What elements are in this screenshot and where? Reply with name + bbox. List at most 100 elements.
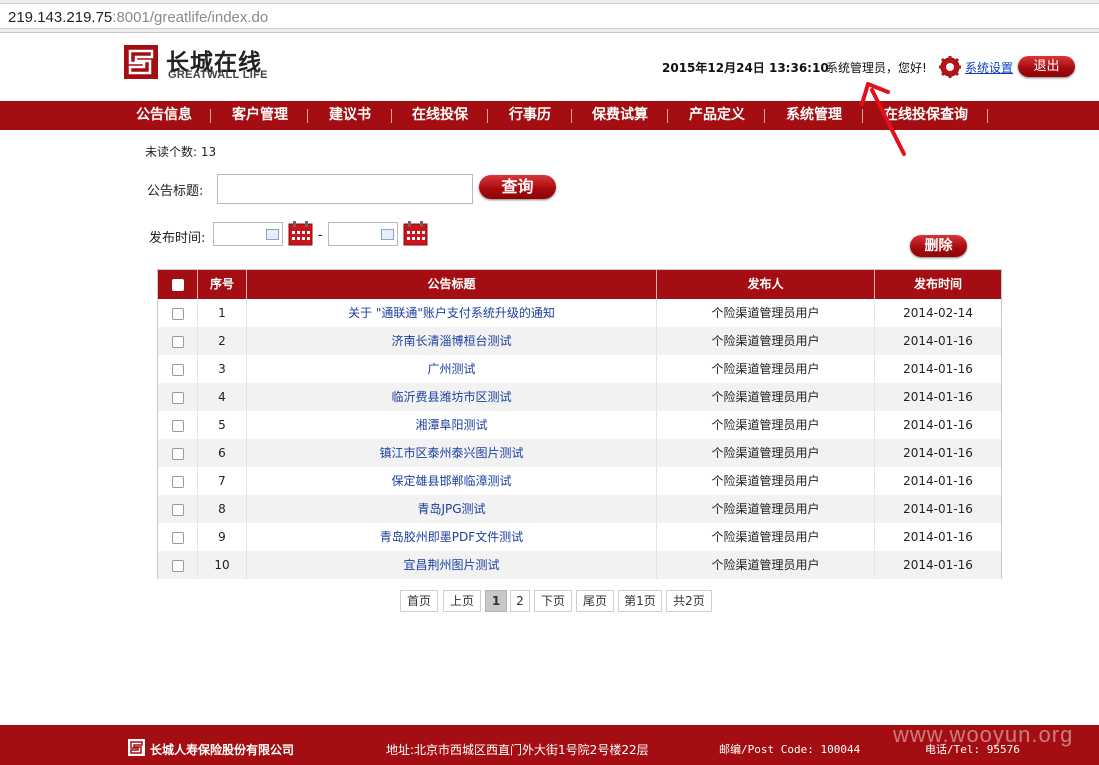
- table-row: 10 宜昌荆州图片测试 个险渠道管理员用户 2014-01-16: [158, 551, 1001, 579]
- nav-separator: [307, 109, 308, 123]
- calendar-icon[interactable]: [403, 221, 428, 246]
- table-row: 6 镇江市区泰州泰兴图片测试 个险渠道管理员用户 2014-01-16: [158, 439, 1001, 467]
- cell-no: 1: [198, 299, 247, 327]
- cell-publisher: 个险渠道管理员用户: [657, 523, 875, 551]
- nav-item-announcements[interactable]: 公告信息: [136, 101, 192, 130]
- date-to-input[interactable]: [328, 222, 398, 246]
- table-row: 8 青岛JPG测试 个险渠道管理员用户 2014-01-16: [158, 495, 1001, 523]
- row-checkbox[interactable]: [171, 447, 184, 460]
- cell-title-link[interactable]: 关于 "通联通"账户支付系统升级的通知: [247, 299, 657, 327]
- title-filter-input[interactable]: [217, 174, 473, 204]
- row-checkbox[interactable]: [171, 559, 184, 572]
- cell-select: [158, 439, 198, 467]
- title-filter-label: 公告标题:: [147, 184, 204, 199]
- cell-no: 10: [198, 551, 247, 579]
- footer-address: 地址:北京市西城区西直门外大街1号院2号楼22层: [386, 743, 649, 757]
- query-button[interactable]: 查询: [479, 175, 556, 199]
- cell-title-link[interactable]: 保定雄县邯郸临漳测试: [247, 467, 657, 495]
- cell-date: 2014-01-16: [903, 502, 973, 516]
- page-1-button[interactable]: 1: [485, 590, 507, 612]
- cell-title-link[interactable]: 临沂费县潍坊市区测试: [247, 383, 657, 411]
- nav-item-proposal[interactable]: 建议书: [329, 101, 371, 130]
- table-row: 2 济南长清淄博桓台测试 个险渠道管理员用户 2014-01-16: [158, 327, 1001, 355]
- cell-publisher: 个险渠道管理员用户: [657, 411, 875, 439]
- cell-select: [158, 299, 198, 327]
- page-first-button[interactable]: 首页: [400, 590, 438, 612]
- nav-separator: [210, 109, 211, 123]
- select-all-checkbox[interactable]: [171, 278, 184, 291]
- unread-count: 未读个数: 13: [145, 145, 217, 159]
- row-checkbox[interactable]: [171, 475, 184, 488]
- cell-no: 2: [198, 327, 247, 355]
- cell-title-link[interactable]: 青岛JPG测试: [247, 495, 657, 523]
- table-row: 1 关于 "通联通"账户支付系统升级的通知 个险渠道管理员用户 2014-02-14: [158, 299, 1001, 327]
- nav-separator: [667, 109, 668, 123]
- page-next-button[interactable]: 下页: [534, 590, 572, 612]
- date-from-input[interactable]: [213, 222, 283, 246]
- nav-item-product-def[interactable]: 产品定义: [689, 101, 745, 130]
- nav-item-customers[interactable]: 客户管理: [232, 101, 288, 130]
- cell-date: 2014-01-16: [903, 418, 973, 432]
- watermark: www.wooyun.org: [893, 722, 1074, 747]
- cell-publisher: 个险渠道管理员用户: [657, 467, 875, 495]
- cell-date: 2014-01-16: [903, 474, 973, 488]
- cell-title-link[interactable]: 湘潭阜阳测试: [247, 411, 657, 439]
- page-info: 第1页: [618, 590, 662, 612]
- cell-no: 5: [198, 411, 247, 439]
- nav-item-online-insure[interactable]: 在线投保: [412, 101, 468, 130]
- nav-separator: [391, 109, 392, 123]
- cell-title-link[interactable]: 青岛胶州即墨PDF文件测试: [247, 523, 657, 551]
- row-checkbox[interactable]: [171, 419, 184, 432]
- nav-item-premium-calc[interactable]: 保费试算: [592, 101, 648, 130]
- cell-no: 7: [198, 467, 247, 495]
- gear-icon[interactable]: [938, 55, 962, 79]
- row-checkbox[interactable]: [171, 335, 184, 348]
- url-text: 219.143.219.75:8001/greatlife/index.do: [8, 9, 268, 26]
- cell-select: [158, 411, 198, 439]
- table-header: 序号 公告标题 发布人 发布时间: [158, 270, 1001, 299]
- page-total: 共2页: [666, 590, 712, 612]
- delete-button[interactable]: 删除: [910, 235, 967, 257]
- footer-company: 长城人寿保险股份有限公司: [150, 743, 295, 757]
- row-checkbox[interactable]: [171, 391, 184, 404]
- cell-no: 3: [198, 355, 247, 383]
- calendar-icon[interactable]: [288, 221, 313, 246]
- cell-date: 2014-01-16: [903, 390, 973, 404]
- nav-separator: [571, 109, 572, 123]
- cell-publisher: 个险渠道管理员用户: [657, 439, 875, 467]
- nav-separator: [487, 109, 488, 123]
- page-2-button[interactable]: 2: [510, 590, 530, 612]
- url-field[interactable]: 219.143.219.75:8001/greatlife/index.do: [0, 3, 1099, 29]
- cell-publisher: 个险渠道管理员用户: [657, 551, 875, 579]
- header-title: 公告标题: [247, 270, 657, 299]
- cell-publisher: 个险渠道管理员用户: [657, 327, 875, 355]
- footer-postcode: 邮编/Post Code: 100044: [719, 743, 861, 756]
- cell-title-link[interactable]: 济南长清淄博桓台测试: [247, 327, 657, 355]
- cell-select: [158, 523, 198, 551]
- logo-text-en: GREATWALL LIFE: [168, 69, 268, 81]
- page-prev-button[interactable]: 上页: [443, 590, 481, 612]
- page-last-button[interactable]: 尾页: [576, 590, 614, 612]
- row-checkbox[interactable]: [171, 307, 184, 320]
- row-checkbox[interactable]: [171, 531, 184, 544]
- table-row: 4 临沂费县潍坊市区测试 个险渠道管理员用户 2014-01-16: [158, 383, 1001, 411]
- cell-title-link[interactable]: 镇江市区泰州泰兴图片测试: [247, 439, 657, 467]
- row-checkbox[interactable]: [171, 503, 184, 516]
- date-range-separator: -: [318, 228, 323, 243]
- nav-item-calendar[interactable]: 行事历: [509, 101, 551, 130]
- logout-button[interactable]: 退出: [1018, 56, 1075, 77]
- table-row: 7 保定雄县邯郸临漳测试 个险渠道管理员用户 2014-01-16: [158, 467, 1001, 495]
- cell-select: [158, 355, 198, 383]
- nav-item-system-admin[interactable]: 系统管理: [786, 101, 842, 130]
- cell-select: [158, 495, 198, 523]
- annotation-arrow-icon: [860, 82, 906, 156]
- cell-title-link[interactable]: 广州测试: [247, 355, 657, 383]
- row-checkbox[interactable]: [171, 363, 184, 376]
- nav-separator: [987, 109, 988, 123]
- settings-link[interactable]: 系统设置: [965, 59, 1013, 76]
- cell-title-link[interactable]: 宜昌荆州图片测试: [247, 551, 657, 579]
- calendar-small-icon: [381, 229, 394, 240]
- cell-date: 2014-01-16: [903, 446, 973, 460]
- main-nav: 公告信息 客户管理 建议书 在线投保 行事历 保费试算 产品定义 系统管理 在线…: [0, 101, 1099, 130]
- nav-separator: [764, 109, 765, 123]
